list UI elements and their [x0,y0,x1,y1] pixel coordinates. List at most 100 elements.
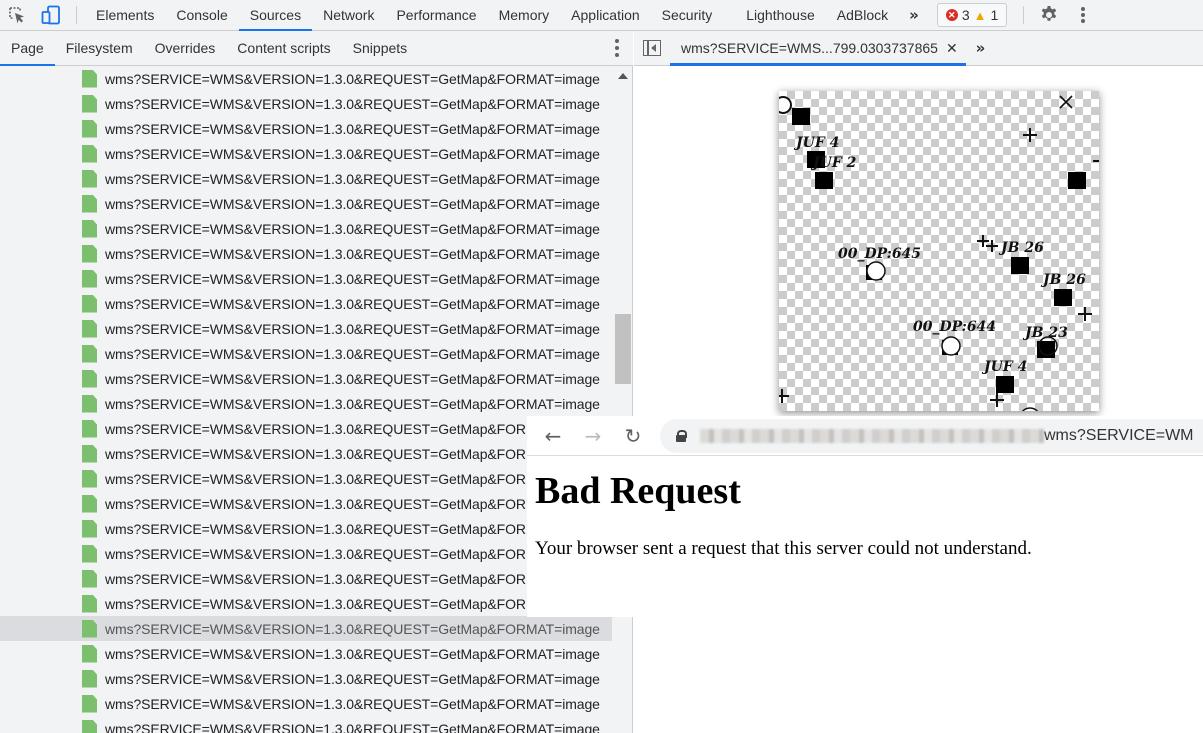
toggle-navigator-button[interactable] [634,31,670,65]
sources-navigator-tabs: Page Filesystem Overrides Content script… [0,31,633,66]
error-icon: ✕ [945,9,958,21]
file-tree-item[interactable]: wms?SERVICE=WMS&VERSION=1.3.0&REQUEST=Ge… [0,291,612,316]
file-icon [82,269,97,288]
map-circle-symbol [779,96,792,114]
subtab-filesystem[interactable]: Filesystem [55,31,144,65]
file-tree-item[interactable]: wms?SERVICE=WMS&VERSION=1.3.0&REQUEST=Ge… [0,191,612,216]
tab-adblock[interactable]: AdBlock [826,0,899,30]
back-arrow-icon: ← [544,423,562,448]
navigator-menu-icon[interactable] [615,39,619,57]
scroll-up-arrow-icon[interactable] [618,73,628,79]
file-name: wms?SERVICE=WMS&VERSION=1.3.0&REQUEST=Ge… [105,620,600,637]
file-icon [82,419,97,438]
file-tree-item[interactable]: wms?SERVICE=WMS&VERSION=1.3.0&REQUEST=Ge… [0,91,612,116]
file-tree-item[interactable]: wms?SERVICE=WMS&VERSION=1.3.0&REQUEST=Ge… [0,641,612,666]
map-cross-symbol [1023,128,1037,142]
address-bar[interactable]: wms?SERVICE=WM [660,419,1203,453]
close-tab-icon[interactable]: ✕ [946,40,958,57]
device-toolbar-button[interactable] [34,0,68,30]
page-heading: Bad Request [535,470,741,512]
back-button[interactable]: ← [539,422,567,450]
file-icon [82,494,97,513]
file-tree-item[interactable]: wms?SERVICE=WMS&VERSION=1.3.0&REQUEST=Ge… [0,416,612,441]
file-tree-item[interactable]: wms?SERVICE=WMS&VERSION=1.3.0&REQUEST=Ge… [0,391,612,416]
lock-icon[interactable] [676,430,687,442]
file-name: wms?SERVICE=WMS&VERSION=1.3.0&REQUEST=Ge… [105,270,600,287]
file-tree-item[interactable]: wms?SERVICE=WMS&VERSION=1.3.0&REQUEST=Ge… [0,691,612,716]
error-page: Bad Request Your browser sent a request … [535,456,1032,560]
file-icon [82,69,97,88]
inspect-element-button[interactable] [0,0,34,30]
file-icon [82,244,97,263]
more-editor-tabs-button[interactable]: » [966,31,996,65]
url-text: wms?SERVICE=WM [1044,427,1194,444]
issues-counter-button[interactable]: ✕ 3 ▲ 1 [936,3,1008,27]
file-icon [82,694,97,713]
file-tree-item[interactable]: wms?SERVICE=WMS&VERSION=1.3.0&REQUEST=Ge… [0,316,612,341]
file-tree-item[interactable]: wms?SERVICE=WMS&VERSION=1.3.0&REQUEST=Ge… [0,216,612,241]
file-tree-item[interactable]: wms?SERVICE=WMS&VERSION=1.3.0&REQUEST=Ge… [0,266,612,291]
map-square-symbol [1011,257,1029,274]
file-tree-item[interactable]: wms?SERVICE=WMS&VERSION=1.3.0&REQUEST=Ge… [0,566,612,591]
tab-elements[interactable]: Elements [85,0,165,30]
file-tree-item[interactable]: wms?SERVICE=WMS&VERSION=1.3.0&REQUEST=Ge… [0,466,612,491]
tab-network[interactable]: Network [312,0,385,30]
tab-application[interactable]: Application [560,0,651,30]
double-chevron-icon: » [975,39,986,57]
map-cross-symbol [779,389,789,403]
tab-sources[interactable]: Sources [238,0,313,31]
file-tree-item[interactable]: wms?SERVICE=WMS&VERSION=1.3.0&REQUEST=Ge… [0,616,612,641]
forward-button[interactable]: → [579,422,607,450]
file-icon [82,394,97,413]
subtab-content-scripts[interactable]: Content scripts [226,31,341,65]
settings-button[interactable] [1032,0,1066,30]
file-name: wms?SERVICE=WMS&VERSION=1.3.0&REQUEST=Ge… [105,345,600,362]
subtab-page[interactable]: Page [0,31,55,66]
file-icon [82,344,97,363]
file-tree-item[interactable]: wms?SERVICE=WMS&VERSION=1.3.0&REQUEST=Ge… [0,366,612,391]
file-tree-item[interactable]: wms?SERVICE=WMS&VERSION=1.3.0&REQUEST=Ge… [0,441,612,466]
double-chevron-icon: » [909,6,919,24]
map-label: JUF 4 [981,359,1027,375]
file-tree-item[interactable]: wms?SERVICE=WMS&VERSION=1.3.0&REQUEST=Ge… [0,341,612,366]
tab-security[interactable]: Security [651,0,724,30]
reload-button[interactable]: ↻ [619,422,647,450]
map-x-symbol [1059,95,1073,109]
tab-performance[interactable]: Performance [385,0,487,30]
forward-arrow-icon: → [584,423,602,448]
file-tree-item[interactable]: wms?SERVICE=WMS&VERSION=1.3.0&REQUEST=Ge… [0,716,612,733]
more-tabs-button[interactable]: » [899,0,929,30]
map-circle-symbol [1021,407,1039,411]
file-tree-item[interactable]: wms?SERVICE=WMS&VERSION=1.3.0&REQUEST=Ge… [0,66,612,91]
file-tree-item[interactable]: wms?SERVICE=WMS&VERSION=1.3.0&REQUEST=Ge… [0,666,612,691]
subtab-snippets[interactable]: Snippets [342,31,418,65]
file-tree-item[interactable]: wms?SERVICE=WMS&VERSION=1.3.0&REQUEST=Ge… [0,491,612,516]
tab-memory[interactable]: Memory [488,0,561,30]
map-circle-symbol [941,336,961,356]
customize-menu-button[interactable] [1066,0,1100,30]
file-tree-scrollbar[interactable] [614,66,632,733]
file-tree-item[interactable]: wms?SERVICE=WMS&VERSION=1.3.0&REQUEST=Ge… [0,541,612,566]
file-tree-item[interactable]: wms?SERVICE=WMS&VERSION=1.3.0&REQUEST=Ge… [0,591,612,616]
file-tree-item[interactable]: wms?SERVICE=WMS&VERSION=1.3.0&REQUEST=Ge… [0,141,612,166]
editor-tab-wms[interactable]: wms?SERVICE=WMS...799.0303737865 ✕ [670,31,966,66]
file-name: wms?SERVICE=WMS&VERSION=1.3.0&REQUEST=Ge… [105,245,600,262]
tab-lighthouse[interactable]: Lighthouse [735,0,826,30]
file-icon [82,119,97,138]
file-tree-item[interactable]: wms?SERVICE=WMS&VERSION=1.3.0&REQUEST=Ge… [0,516,612,541]
tab-console[interactable]: Console [165,0,238,30]
file-name: wms?SERVICE=WMS&VERSION=1.3.0&REQUEST=Ge… [105,170,600,187]
file-icon [82,294,97,313]
file-name: wms?SERVICE=WMS&VERSION=1.3.0&REQUEST=Ge… [105,220,600,237]
editor-tab-label: wms?SERVICE=WMS...799.0303737865 [681,40,938,56]
subtab-overrides[interactable]: Overrides [144,31,227,65]
file-tree-item[interactable]: wms?SERVICE=WMS&VERSION=1.3.0&REQUEST=Ge… [0,241,612,266]
file-icon [82,594,97,613]
map-label: JB 26 [1040,272,1086,288]
scrollbar-thumb[interactable] [615,314,631,384]
file-name: wms?SERVICE=WMS&VERSION=1.3.0&REQUEST=Ge… [105,95,600,112]
blurred-url-host [700,429,1044,443]
map-cross-symbol [1078,307,1092,321]
file-tree-item[interactable]: wms?SERVICE=WMS&VERSION=1.3.0&REQUEST=Ge… [0,116,612,141]
file-tree-item[interactable]: wms?SERVICE=WMS&VERSION=1.3.0&REQUEST=Ge… [0,166,612,191]
